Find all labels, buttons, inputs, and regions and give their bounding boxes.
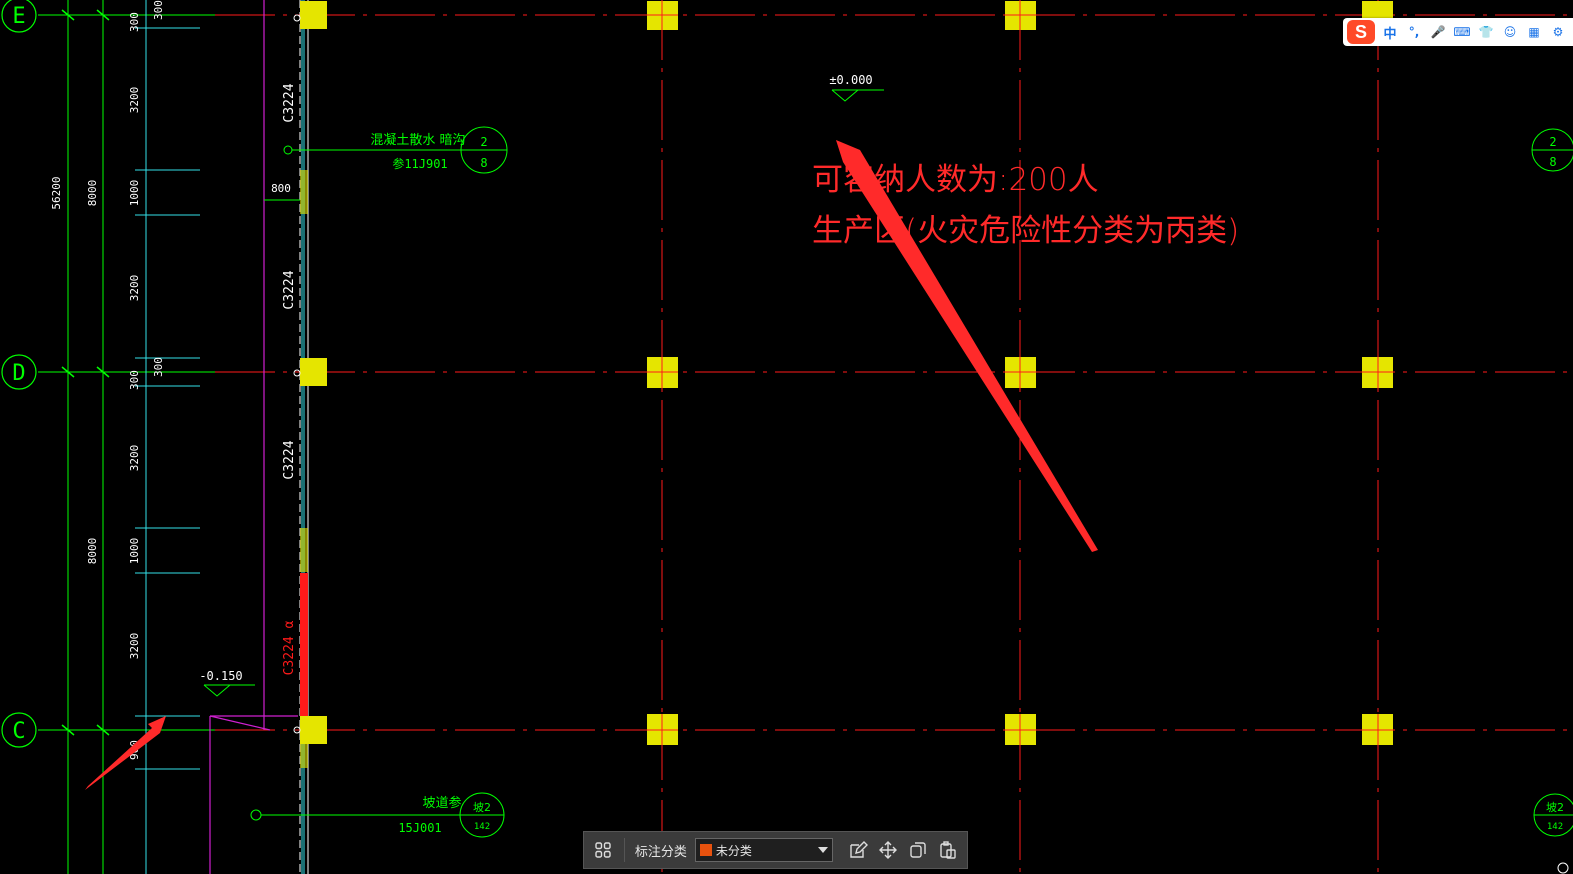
dim-text: 3200 xyxy=(128,275,141,302)
window-segment xyxy=(300,170,308,214)
dim-text-800: 800 xyxy=(271,182,291,195)
column xyxy=(647,357,678,388)
drain-detail-num: 2 xyxy=(480,135,487,149)
arrow-annotation-small xyxy=(85,716,166,790)
settings-icon[interactable]: ⚙ xyxy=(1549,25,1567,39)
move-icon xyxy=(878,841,897,859)
edit-annotation-button[interactable] xyxy=(845,836,871,864)
right-top-sheet: 8 xyxy=(1549,155,1556,169)
window-segment-red xyxy=(300,573,308,716)
elevation-ground-text: ±0.000 xyxy=(829,73,872,87)
microphone-icon[interactable]: 🎤 xyxy=(1429,25,1447,39)
category-dropdown[interactable]: 未分类 xyxy=(694,838,834,862)
column xyxy=(300,716,327,744)
column xyxy=(1362,714,1393,745)
dim-text: 8000 xyxy=(86,538,99,565)
elevation-mark-ground: ±0.000 xyxy=(829,73,884,102)
right-callouts: 2 8 坡2 142 xyxy=(1531,128,1573,874)
ramp-callout: 坡道参 15J001 坡2 142 xyxy=(250,792,505,838)
copy-button[interactable] xyxy=(905,836,931,864)
ramp-detail-sheet: 142 xyxy=(474,822,490,832)
column xyxy=(1005,357,1036,388)
axis-label-c: C xyxy=(12,719,25,744)
drain-note-line2: 参11J901 xyxy=(392,156,447,171)
dim-text: 300 xyxy=(128,370,141,390)
column xyxy=(300,358,327,386)
dim-text: 1000 xyxy=(128,538,141,565)
window-segment xyxy=(300,528,308,572)
magenta-lines xyxy=(209,0,298,874)
paste-button[interactable] xyxy=(935,836,961,864)
ramp-note-line2: 15J001 xyxy=(398,821,441,835)
copy-icon xyxy=(910,842,926,858)
drain-callout: 混凝土散水 暗沟 参11J901 2 8 xyxy=(283,126,508,174)
chevron-down-icon xyxy=(818,847,829,853)
layout-grid-icon xyxy=(595,842,611,858)
category-color-swatch xyxy=(699,844,712,856)
category-label: 标注分类 xyxy=(634,844,687,860)
window-labels: C3224 C3224 C3224 C3224 α xyxy=(282,83,297,675)
skin-icon[interactable]: 👕 xyxy=(1477,25,1495,39)
ime-language-toggle[interactable]: 中 xyxy=(1381,23,1399,42)
dim-text: 3200 xyxy=(128,633,141,660)
dim-text: 3200 xyxy=(128,445,141,472)
move-button[interactable] xyxy=(875,836,901,864)
right-top-num: 2 xyxy=(1549,135,1556,149)
column xyxy=(1362,357,1393,388)
window-label: C3224 xyxy=(282,83,297,122)
column xyxy=(1005,714,1036,745)
dim-text: 300 xyxy=(152,0,165,20)
ime-toolbar[interactable]: S 中 °, 🎤 ⌨ 👕 ☺ ▦ ⚙ xyxy=(1343,18,1573,46)
dim-text: 3200 xyxy=(128,87,141,114)
right-bot-sheet: 142 xyxy=(1547,822,1563,832)
elevation-mark-low: -0.150 xyxy=(199,669,255,697)
column xyxy=(647,1,678,30)
ime-punctuation-icon[interactable]: °, xyxy=(1405,25,1423,39)
category-selected-value: 未分类 xyxy=(715,843,752,858)
ime-logo-icon[interactable]: S xyxy=(1347,20,1375,44)
columns xyxy=(300,1,1393,745)
column xyxy=(1362,1,1393,19)
window-label: C3224 α xyxy=(282,620,297,675)
ramp-detail-num: 坡2 xyxy=(473,801,491,814)
arrow-annotation-large xyxy=(836,140,1098,552)
right-bot-num: 坡2 xyxy=(1546,801,1564,814)
dim-text: 1000 xyxy=(128,180,141,207)
annotation-toolbar: 标注分类 未分类 xyxy=(583,831,968,869)
edit-icon xyxy=(850,841,868,858)
paste-icon xyxy=(940,841,956,859)
window-label: C3224 xyxy=(282,270,297,309)
dimension-texts: 300 300 3200 1000 3200 300 300 3200 1000… xyxy=(50,0,165,760)
column xyxy=(1005,1,1036,30)
axis-label-d: D xyxy=(12,361,25,386)
axis-label-e: E xyxy=(12,4,25,29)
window-segment xyxy=(300,740,308,768)
keyboard-icon[interactable]: ⌨ xyxy=(1453,25,1471,39)
cad-drawing-canvas[interactable]: E D C 300 300 3200 1000 3200 300 300 320… xyxy=(0,0,1573,874)
dim-text: 8000 xyxy=(86,180,99,207)
drain-note-line1: 混凝土散水 暗沟 xyxy=(370,132,465,148)
toolbar-divider xyxy=(623,838,625,862)
ramp-note-line1: 坡道参 xyxy=(422,795,461,811)
annotation-zone: 生产区(火灾危险性分类为丙类) xyxy=(812,213,1239,249)
column xyxy=(300,1,327,29)
drain-detail-sheet: 8 xyxy=(480,156,487,170)
grid-apps-icon[interactable]: ▦ xyxy=(1525,25,1543,39)
window-label: C3224 xyxy=(282,440,297,479)
dim-text: 300 xyxy=(152,357,165,377)
column xyxy=(647,714,678,745)
dim-text: 300 xyxy=(128,12,141,32)
dim-text: 56200 xyxy=(50,176,63,209)
axis-extension-lines xyxy=(38,0,215,874)
elevation-low-text: -0.150 xyxy=(199,669,242,683)
layout-grid-button[interactable] xyxy=(590,836,616,864)
toolbox-icon[interactable]: ☺ xyxy=(1501,25,1519,39)
